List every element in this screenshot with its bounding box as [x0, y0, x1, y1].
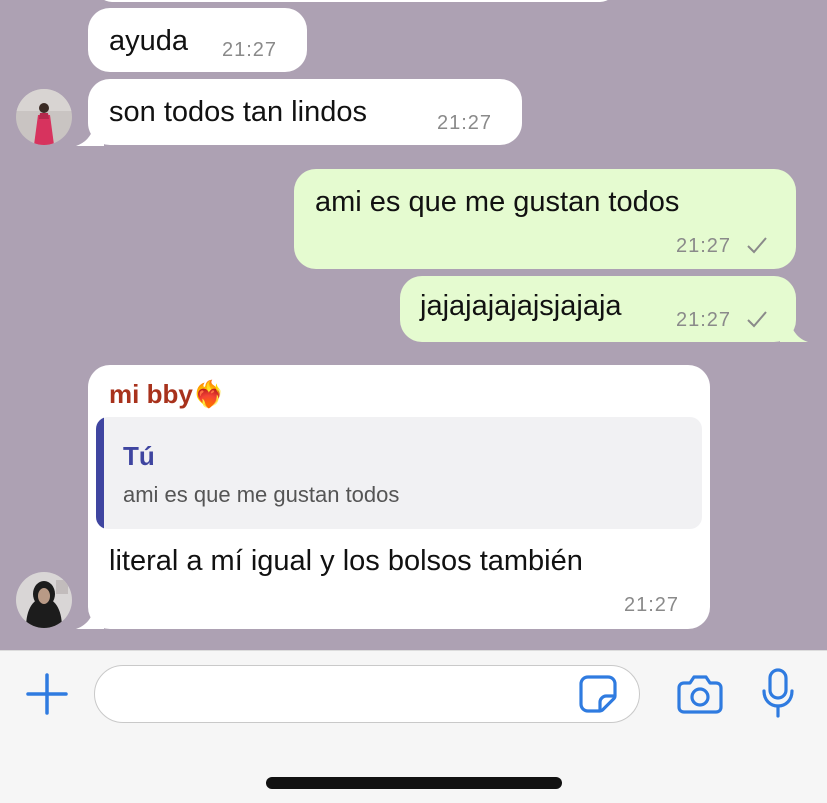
message-bubble-outgoing[interactable]: ami es que me gustan todos 21:27 [294, 169, 796, 269]
quote-text: ami es que me gustan todos [123, 482, 400, 507]
message-time: 21:27 [676, 235, 732, 257]
contact-avatar[interactable] [16, 572, 72, 628]
message-text: ami es que me gustan todos [315, 186, 680, 218]
message-time: 21:27 [676, 309, 732, 331]
microphone-icon[interactable] [760, 667, 796, 719]
contact-avatar-image [16, 89, 72, 145]
plus-icon[interactable] [26, 673, 68, 715]
quoted-message[interactable]: Tú ami es que me gustan todos [96, 417, 702, 529]
sent-check-icon [747, 237, 767, 254]
message-text: literal a mí igual y los bolsos también [109, 545, 583, 577]
sticker-icon[interactable] [578, 674, 618, 714]
previous-message-bubble[interactable] [96, 0, 616, 2]
message-text: jajajajajajsjajaja [420, 290, 622, 322]
chat-area[interactable]: ayuda 21:27 son todos tan lindos 21:27 a… [0, 0, 827, 650]
message-time: 21:27 [437, 112, 493, 134]
home-indicator[interactable] [266, 777, 562, 789]
camera-icon[interactable] [676, 673, 724, 715]
message-text: ayuda [109, 25, 189, 57]
message-bubble-incoming[interactable]: mi bby❤️‍🔥 Tú ami es que me gustan todos… [88, 365, 710, 629]
message-bubble-incoming[interactable]: ayuda 21:27 [88, 8, 307, 72]
message-text: son todos tan lindos [109, 96, 367, 128]
message-time: 21:27 [624, 594, 680, 616]
quote-accent-bar [96, 417, 104, 529]
sender-name: mi bby❤️‍🔥 [109, 379, 226, 409]
sent-check-icon [747, 311, 767, 328]
quote-author: Tú [123, 441, 155, 471]
message-bubble-incoming[interactable]: son todos tan lindos 21:27 [88, 79, 522, 145]
contact-avatar[interactable] [16, 89, 72, 145]
message-bubble-outgoing[interactable]: jajajajajajsjajaja 21:27 [400, 276, 796, 342]
message-input[interactable] [94, 665, 640, 723]
contact-avatar-image [16, 572, 72, 628]
message-time: 21:27 [222, 39, 278, 61]
